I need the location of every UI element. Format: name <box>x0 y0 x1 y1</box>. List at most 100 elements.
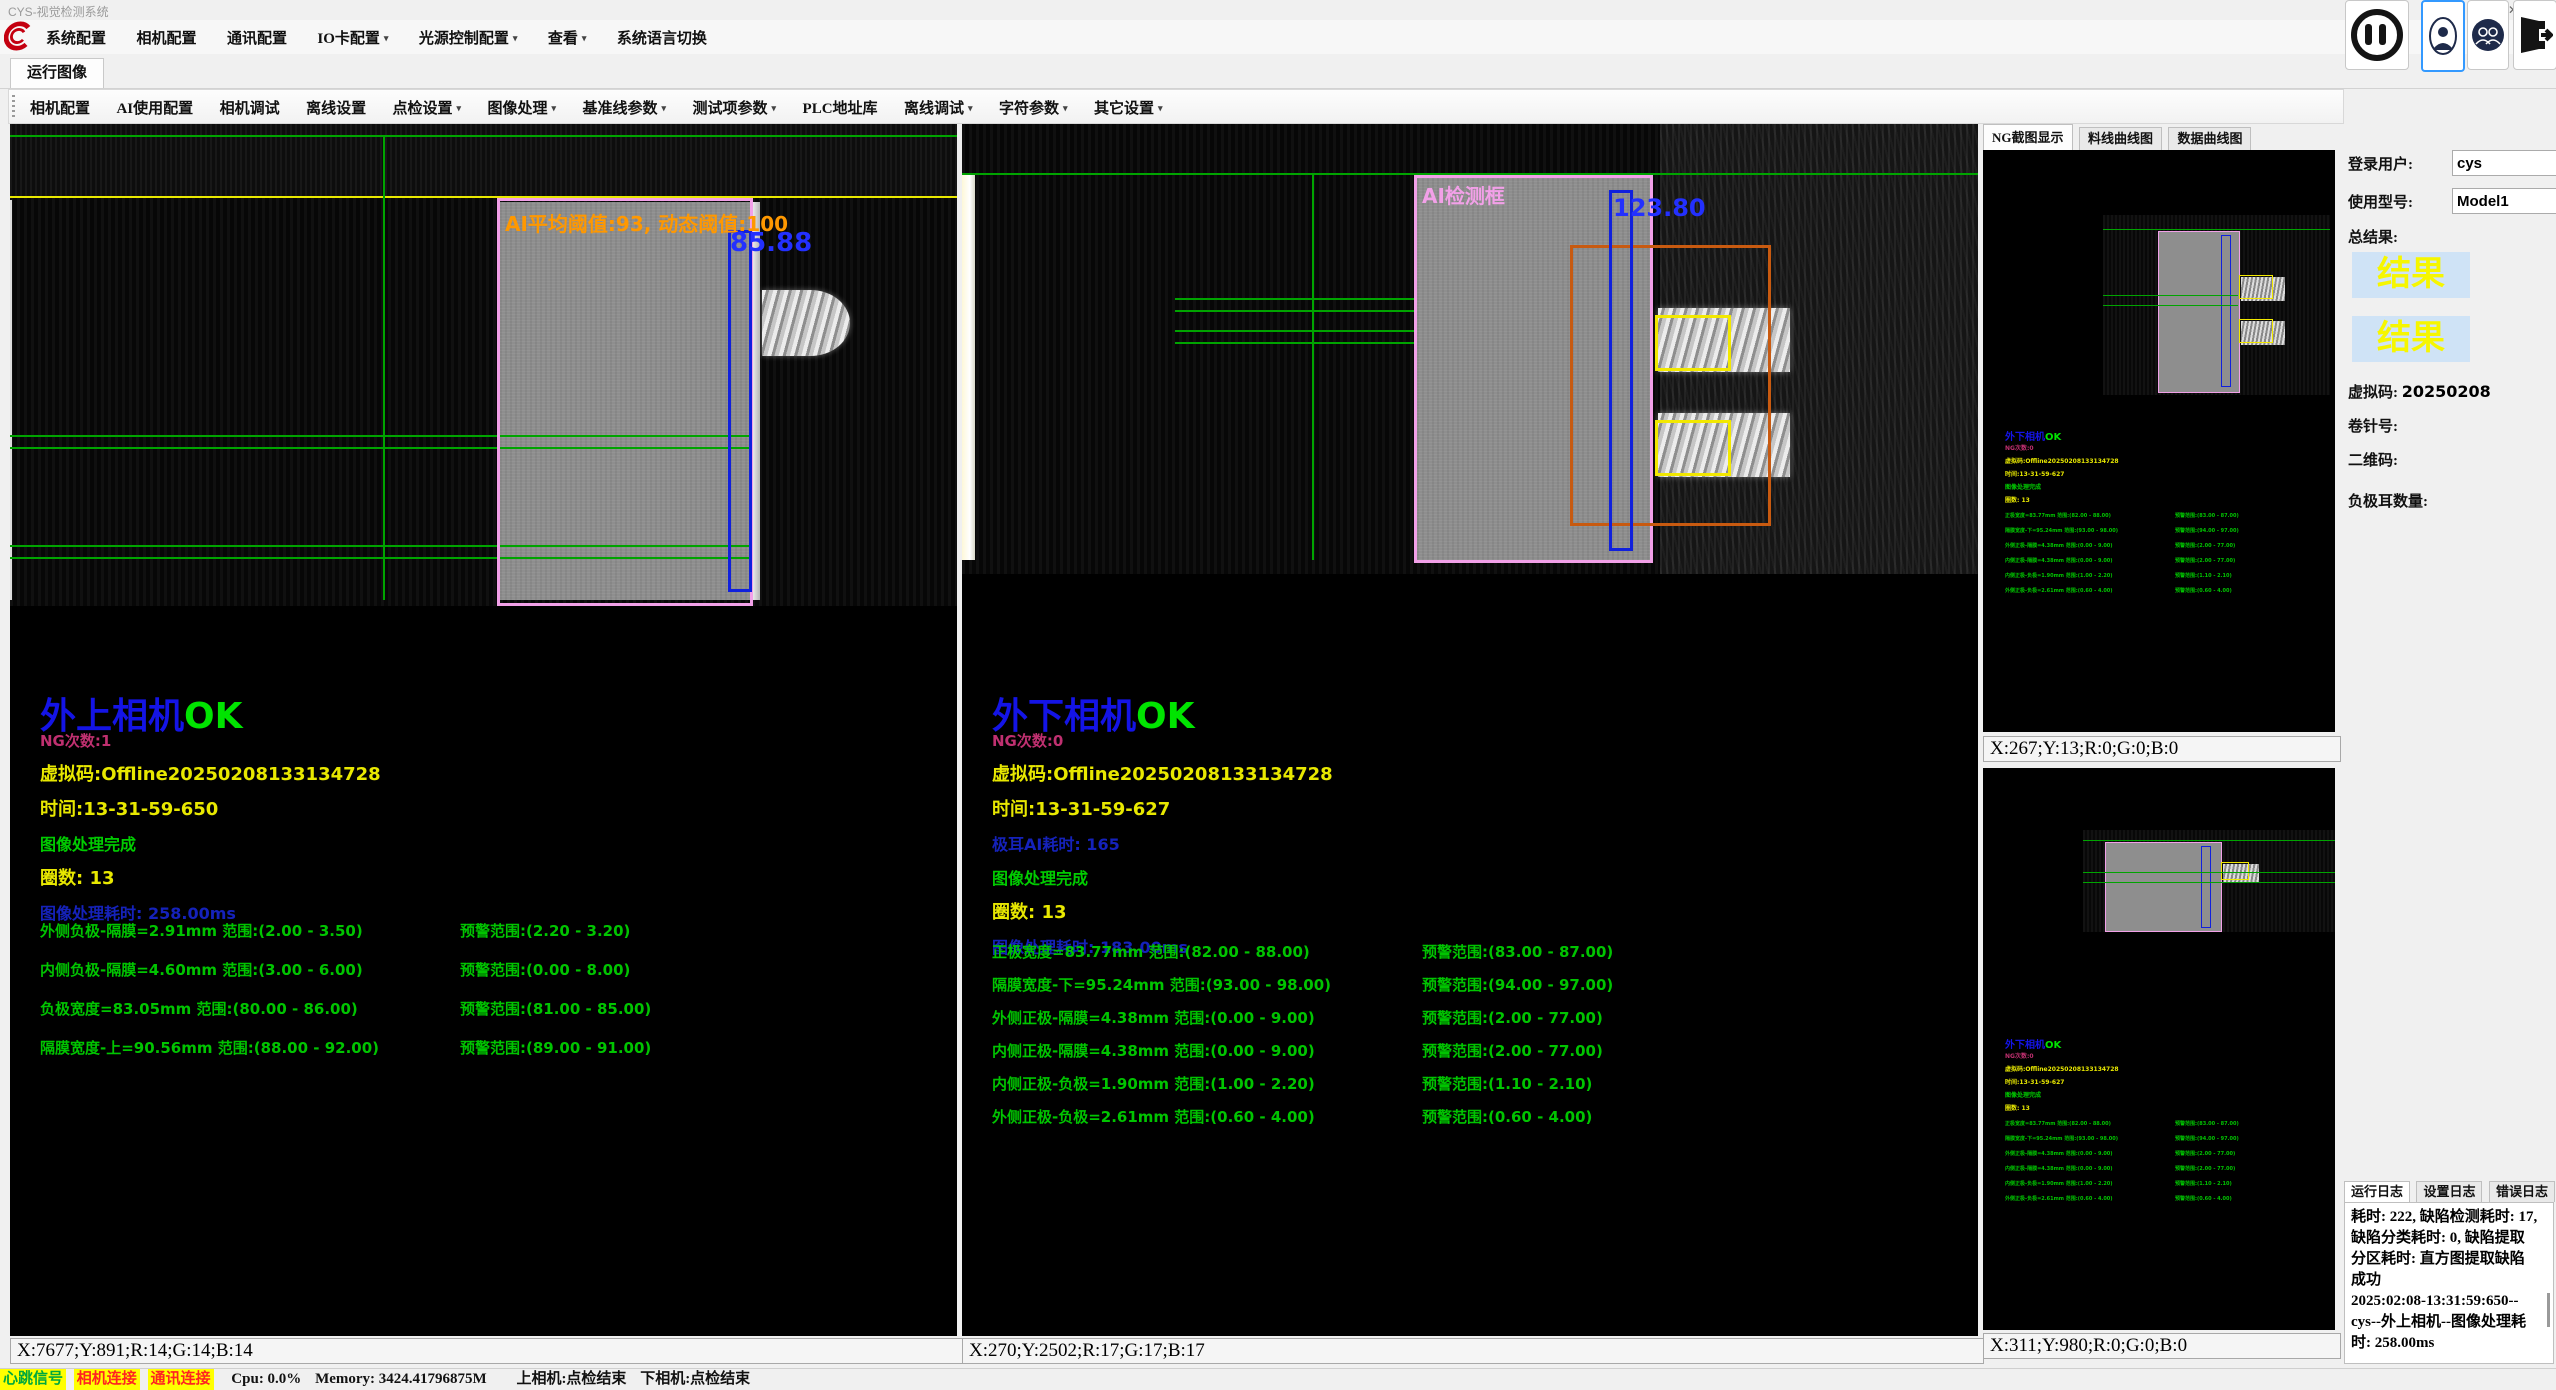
warn-range: 预警范围:(94.00 - 97.00) <box>1422 974 1613 995</box>
qr-code-label: 二维码: <box>2348 449 2398 470</box>
ng-preview-column: NG截图显示 料线曲线图 数据曲线图 外下相机OK NG次数:0 虚拟码:Off… <box>1983 124 2335 1390</box>
tool-spot-check-setting[interactable]: 点检设置▾ <box>386 91 469 124</box>
tool-test-item-params[interactable]: 测试项参数▾ <box>686 91 784 124</box>
tab-ng-screenshot[interactable]: NG截图显示 <box>1983 124 2073 150</box>
warn-range: 预警范围:(2.00 - 77.00) <box>1422 1007 1603 1028</box>
run-log-box[interactable]: 耗时: 222, 缺陷检测耗时: 17, 缺陷分类耗时: 0, 缺陷提取分区耗时… <box>2344 1202 2554 1364</box>
mini-measurements: 正极宽度=83.77mm 范围:(82.00 - 88.00)预警范围:(83.… <box>2005 1120 2327 1210</box>
capture-time: 时间:13-31-59-627 <box>2005 469 2327 478</box>
user-icon <box>2428 16 2458 56</box>
measure-h-line <box>2083 882 2335 883</box>
tool-camera-debug[interactable]: 相机调试 <box>213 91 287 124</box>
ng-preview-1[interactable]: 外下相机OK NG次数:0 虚拟码:Offline202502081331347… <box>1983 150 2335 732</box>
measure-h-line <box>2083 872 2335 873</box>
upper-camera-panel[interactable]: AI平均阈值:93, 动态阈值:100 85.88 外上相机OK NG次数:1 … <box>10 124 957 1336</box>
login-user-row: 登录用户: <box>2348 150 2554 176</box>
film-left-edge <box>10 200 12 600</box>
camera-link-status: 相机连接 <box>74 1369 140 1390</box>
user-manage-button[interactable] <box>2467 0 2509 70</box>
toolbar-grip-handle[interactable] <box>12 95 15 117</box>
window-title: CYS-视觉检测系统 <box>8 3 109 20</box>
film-bright-edge <box>962 174 975 560</box>
lower-camera-panel[interactable]: AI检测框 123.80 外下相机OK NG次数:0 虚拟码:Offline20… <box>962 124 1978 1336</box>
menu-camera-config[interactable]: 相机配置 <box>128 21 204 54</box>
title-bar: CYS-视觉检测系统 – ▢ ✕ <box>0 0 2556 20</box>
menu-system-config[interactable]: 系统配置 <box>38 21 114 54</box>
log-scrollbar[interactable] <box>2547 1293 2550 1327</box>
tool-other-settings[interactable]: 其它设置▾ <box>1087 91 1170 124</box>
trigger-h-line <box>10 196 957 198</box>
warn-range: 预警范围:(1.10 - 2.10) <box>1422 1073 1592 1094</box>
capture-time: 时间:13-31-59-650 <box>40 795 381 821</box>
warn-range: 预警范围:(81.00 - 85.00) <box>460 998 651 1019</box>
logout-button[interactable] <box>2513 0 2556 70</box>
ai-detect-box <box>497 198 753 606</box>
lower-camera-coords-bar: X:270;Y:2502;R:17;G:17;B:17 <box>962 1338 1984 1364</box>
ng-preview-2[interactable]: 外下相机OK NG次数:0 虚拟码:Offline202502081331347… <box>1983 768 2335 1330</box>
menu-language-switch[interactable]: 系统语言切换 <box>609 21 715 54</box>
pause-icon <box>2351 9 2403 61</box>
tab-setting-log[interactable]: 设置日志 <box>2416 1181 2482 1202</box>
global-status-bar: 心跳信号 相机连接 通讯连接 Cpu: 0.0% Memory: 3424.41… <box>0 1368 2556 1390</box>
tab-run-log[interactable]: 运行日志 <box>2344 1181 2410 1202</box>
pause-button[interactable] <box>2345 0 2409 70</box>
result-indicator-1: 结果 <box>2352 252 2470 298</box>
warn-range: 预警范围:(2.20 - 3.20) <box>460 920 630 941</box>
login-user-field[interactable] <box>2452 150 2556 176</box>
tool-offline-setting[interactable]: 离线设置 <box>299 91 373 124</box>
log-tabs: 运行日志 设置日志 错误日志 <box>2344 1181 2556 1202</box>
tool-image-process[interactable]: 图像处理▾ <box>481 91 564 124</box>
tool-camera-config[interactable]: 相机配置 <box>23 91 97 124</box>
warning-box-orange <box>1570 245 1771 526</box>
ok-badge: OK <box>1136 696 1195 737</box>
tool-baseline-params[interactable]: 基准线参数▾ <box>576 91 674 124</box>
model-label: 使用型号: <box>2348 191 2413 212</box>
tab-data-curve[interactable]: 数据曲线图 <box>2168 127 2251 150</box>
roll-pin-label: 卷针号: <box>2348 415 2398 436</box>
chevron-down-icon: ▾ <box>457 103 462 113</box>
virtual-code: 虚拟码:Offline20250208133134728 <box>40 760 381 786</box>
upper-measurements: 外侧负极-隔膜=2.91mm 范围:(2.00 - 3.50)预警范围:(2.2… <box>40 920 947 1076</box>
top-camera-status: 上相机:点检结束 <box>516 1371 626 1387</box>
virtual-code-row: 虚拟码: 20250208 <box>2348 381 2491 402</box>
menu-bar: 系统配置 相机配置 通讯配置 IO卡配置▾ 光源控制配置▾ 查看▾ 系统语言切换 <box>0 20 2556 54</box>
tab-run-image[interactable]: 运行图像 <box>10 58 104 88</box>
result-indicator-2: 结果 <box>2352 316 2470 362</box>
comm-link-status: 通讯连接 <box>148 1369 214 1390</box>
measurement-row: 隔膜宽度-下=95.24mm 范围:(93.00 - 98.00)预警范围:(9… <box>992 974 1968 1007</box>
measurement-row: 负极宽度=83.05mm 范围:(80.00 - 86.00)预警范围:(81.… <box>40 998 947 1037</box>
ng-count: NG次数:0 <box>2005 443 2327 452</box>
chevron-down-icon: ▾ <box>772 103 777 113</box>
tool-plc-address-lib[interactable]: PLC地址库 <box>796 91 885 124</box>
loop-count: 圈数: 13 <box>2005 495 2327 504</box>
menu-view[interactable]: 查看▾ <box>540 21 595 54</box>
tab-highlight-box <box>1655 315 1731 371</box>
current-user-button[interactable] <box>2421 0 2465 72</box>
lower-camera-status: 外下相机OK NG次数:0 虚拟码:Offline202502081331347… <box>992 700 1333 958</box>
tab-material-curve[interactable]: 料线曲线图 <box>2079 127 2162 150</box>
menu-comm-config[interactable]: 通讯配置 <box>219 21 295 54</box>
baseline-h-line <box>2083 840 2335 841</box>
ng-preview-1-text: 外下相机OK NG次数:0 虚拟码:Offline202502081331347… <box>2005 428 2327 602</box>
camera-name: 外下相机OK <box>2005 428 2327 443</box>
tool-char-params[interactable]: 字符参数▾ <box>992 91 1075 124</box>
measurement-row: 外侧负极-隔膜=2.91mm 范围:(2.00 - 3.50)预警范围:(2.2… <box>40 920 947 959</box>
tool-offline-debug[interactable]: 离线调试▾ <box>897 91 980 124</box>
tab-error-log[interactable]: 错误日志 <box>2489 1181 2555 1202</box>
chevron-down-icon: ▾ <box>384 33 389 43</box>
tool-ai-use-config[interactable]: AI使用配置 <box>109 91 200 124</box>
measurement-row: 内侧正极-负极=1.90mm 范围:(1.00 - 2.20)预警范围:(1.1… <box>992 1073 1968 1106</box>
measure-v-line <box>1312 173 1314 560</box>
tab-highlight-box <box>2221 862 2249 880</box>
metal-tab <box>762 290 850 356</box>
warn-range: 预警范围:(89.00 - 91.00) <box>460 1037 651 1058</box>
lower-measurements: 正极宽度=83.77mm 范围:(82.00 - 88.00)预警范围:(83.… <box>992 941 1968 1139</box>
model-row: 使用型号: <box>2348 188 2554 214</box>
chevron-down-icon: ▾ <box>1158 103 1163 113</box>
model-field[interactable] <box>2452 188 2556 214</box>
menu-io-card-config[interactable]: IO卡配置▾ <box>309 21 396 54</box>
baseline-h-line <box>10 135 957 137</box>
measure-h-line <box>2103 295 2238 296</box>
cpu-usage: Cpu: 0.0% <box>231 1371 301 1387</box>
menu-light-control-config[interactable]: 光源控制配置▾ <box>411 21 526 54</box>
